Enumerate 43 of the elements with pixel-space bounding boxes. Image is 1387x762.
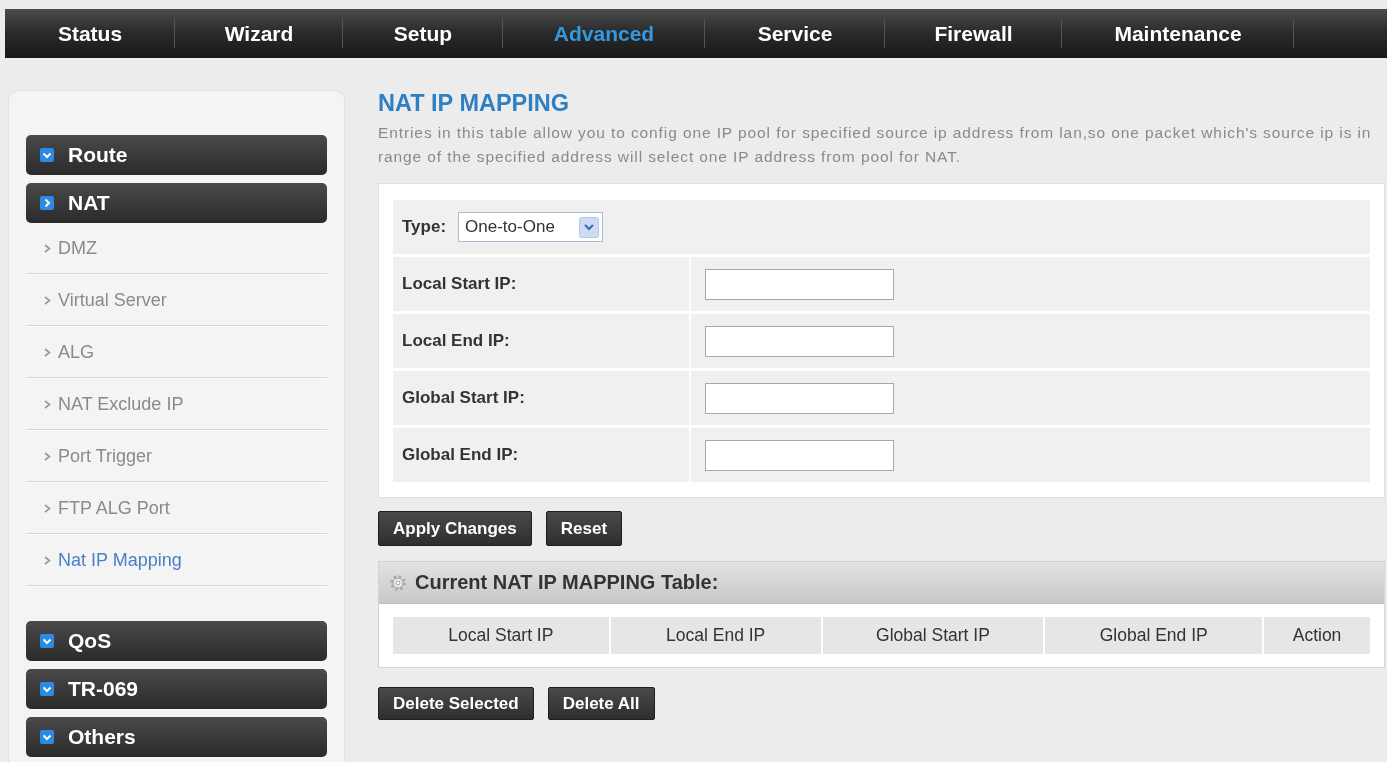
nav-tab[interactable]: Service — [705, 9, 885, 58]
bullet-chevron-icon — [44, 347, 51, 357]
input-field[interactable] — [705, 268, 894, 300]
page-title: NAT IP MAPPING — [378, 90, 571, 116]
sidebar-item[interactable]: Nat IP Mapping — [26, 535, 327, 585]
nav-tab[interactable]: Firewall — [885, 9, 1062, 58]
nav-tab[interactable]: Advanced — [503, 9, 705, 58]
column-header: Global End IP — [1045, 617, 1263, 654]
bullet-chevron-icon — [44, 295, 51, 305]
input-field[interactable] — [705, 439, 894, 471]
column-header: Action — [1264, 617, 1370, 654]
field-label: Local End IP: — [402, 331, 510, 351]
field-label: Local Start IP: — [402, 274, 517, 294]
field-label: Global Start IP: — [402, 388, 525, 408]
bullet-chevron-icon — [44, 399, 51, 409]
nav-tab[interactable]: Maintenance — [1062, 9, 1294, 58]
action-button[interactable]: Delete All — [547, 687, 655, 720]
nav-tab[interactable]: Status — [5, 9, 175, 58]
nav-tab[interactable]: Wizard — [175, 9, 343, 58]
gear-icon — [390, 574, 406, 591]
type-dropdown[interactable]: One-to-One — [458, 212, 604, 242]
bullet-chevron-icon — [44, 555, 51, 565]
table-title: Current NAT IP MAPPING Table: — [415, 571, 719, 594]
sidebar-section[interactable]: QoS — [26, 621, 327, 661]
column-header: Local End IP — [610, 617, 821, 654]
action-button[interactable]: Apply Changes — [378, 511, 532, 546]
bullet-chevron-icon — [44, 451, 51, 461]
sidebar-section[interactable]: TR-069 — [26, 669, 327, 709]
bullet-chevron-icon — [44, 243, 51, 253]
action-button[interactable]: Delete Selected — [378, 687, 534, 720]
sidebar-section[interactable]: Others — [26, 717, 327, 757]
nav-tab[interactable]: Setup — [343, 9, 503, 58]
input-field[interactable] — [705, 325, 894, 357]
field-label: Type: — [402, 217, 447, 237]
sidebar-section[interactable]: NAT — [26, 183, 327, 223]
column-header: Local Start IP — [393, 617, 609, 654]
input-field[interactable] — [705, 382, 894, 414]
page-description: Entries in this table allow you to config one IP pool for specified source ip address from lan,so one packet which's source ip is in range of the specified address will select one IP address from pool for NAT. — [378, 123, 1373, 167]
column-header: Global Start IP — [822, 617, 1044, 654]
bullet-chevron-icon — [44, 503, 51, 513]
field-label: Global End IP: — [402, 445, 519, 465]
action-button[interactable]: Reset — [545, 511, 623, 546]
sidebar-section[interactable]: Route — [26, 135, 327, 175]
